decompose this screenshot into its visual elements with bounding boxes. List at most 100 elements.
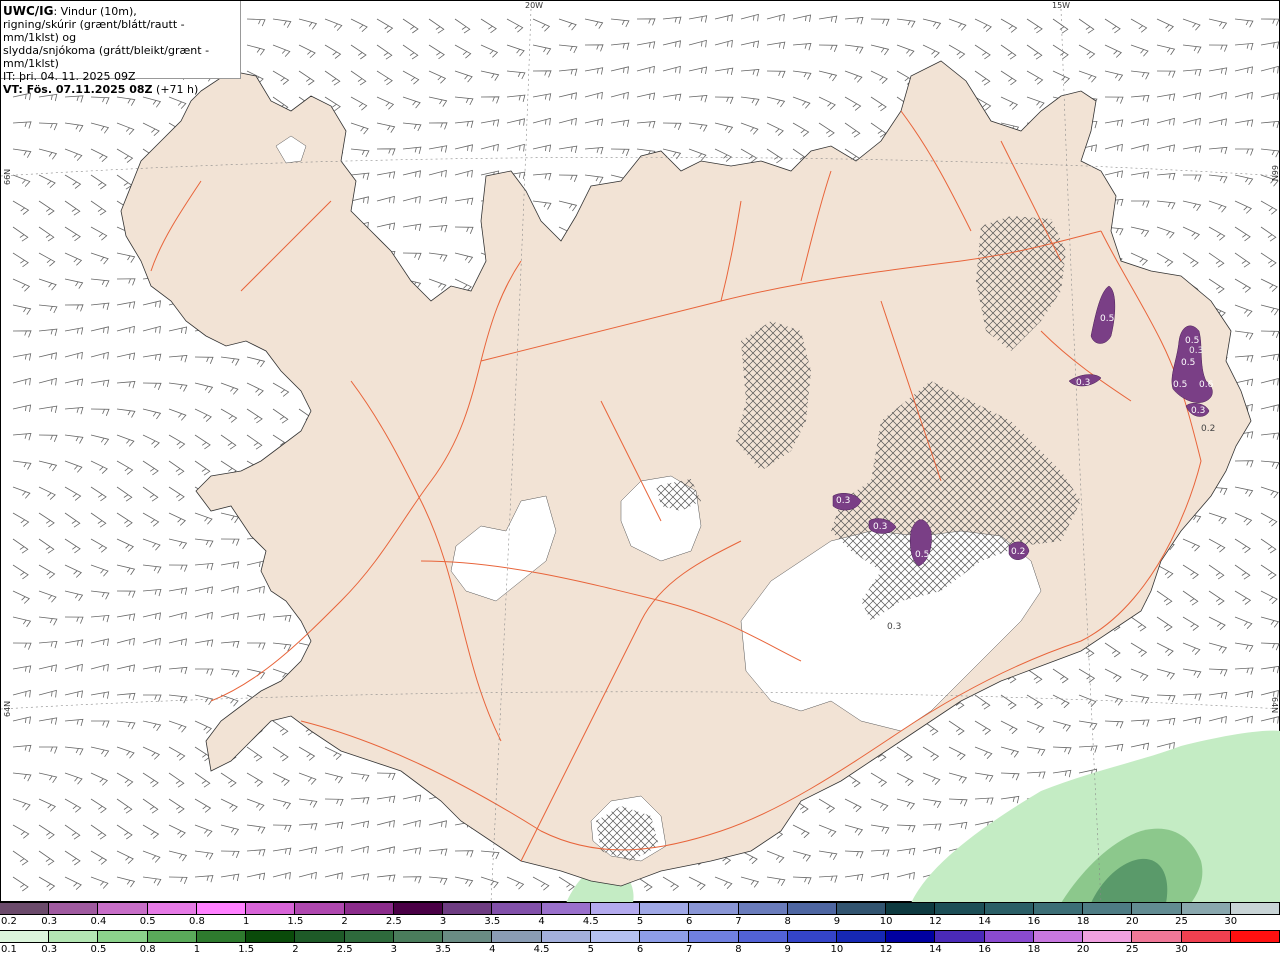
valid-time: VT: Fös. 07.11.2025 08Z	[3, 83, 153, 96]
precip-label: 0.2	[1201, 424, 1215, 434]
legend-label: 12	[879, 944, 893, 955]
legend-label: 30	[1224, 916, 1238, 927]
legend-swatch	[1033, 903, 1084, 914]
legend-label: 10	[830, 944, 844, 955]
legend-label: 6	[636, 944, 644, 955]
legend-swatch	[49, 931, 99, 942]
legend-label: 2	[341, 916, 348, 927]
legend-label: 2.5	[385, 916, 402, 927]
snow-legend-swatches	[0, 902, 1280, 915]
iceland-land	[120, 60, 1252, 887]
grid-label-20w: 20W	[525, 1, 544, 10]
legend-swatch	[738, 931, 788, 942]
legend-label: 7	[735, 916, 742, 927]
legend-label: 0.4	[90, 916, 107, 927]
legend-label: 9	[833, 916, 841, 927]
legend-swatch	[935, 903, 985, 914]
legend-swatch	[1230, 931, 1280, 942]
legend-swatch	[689, 931, 739, 942]
legend-label: 1	[242, 916, 250, 927]
legend-label: 2	[292, 944, 299, 955]
snow-legend-labels: 0.2 0.3 0.4 0.5 0.8 1 1.5 2 2.5 3 3.5 4 4.5 5 6 7 8 9 10 12…	[0, 915, 1280, 929]
legend-swatch	[1083, 931, 1133, 942]
legend-label: 0.1	[1, 944, 17, 955]
legend-swatch	[836, 903, 887, 914]
legend-label: 25	[1175, 916, 1188, 927]
precip-label: 0.5	[915, 550, 929, 560]
legend-swatch	[147, 903, 197, 914]
legend-label: 14	[929, 944, 942, 955]
weather-map: 0.5 0.5 0.3 0.5 0.5 0.6 0.3 0.3 0.3 0.5 …	[0, 0, 1280, 903]
legend-label: 20	[1125, 916, 1139, 927]
legend-swatch	[836, 931, 887, 942]
legend-swatch	[1230, 903, 1280, 914]
legend-swatch	[787, 903, 837, 914]
legend-swatch	[492, 931, 542, 942]
precip-label: 0.5	[1100, 314, 1114, 324]
legend-swatch	[1132, 931, 1182, 942]
legend-label: 3.5	[435, 944, 452, 955]
legend-label: 0.5	[139, 916, 156, 927]
precip-label: 0.3	[1076, 378, 1090, 388]
legend-swatch	[492, 903, 542, 914]
legend-swatch	[98, 903, 148, 914]
legend-label: 30	[1175, 944, 1188, 955]
legend-swatch	[0, 931, 50, 942]
legend-swatch	[344, 931, 394, 942]
legend-label: 12	[929, 916, 942, 927]
legend-label: 1	[193, 944, 201, 955]
legend-swatch	[1033, 931, 1084, 942]
rain-legend-swatches	[0, 930, 1280, 943]
legend-swatch	[541, 931, 591, 942]
legend-label: 3	[390, 944, 398, 955]
legend-swatch	[984, 931, 1034, 942]
precip-label: 0.5	[1185, 336, 1199, 346]
snow-legend: 0.2 0.3 0.4 0.5 0.8 1 1.5 2 2.5 3 3.5 4 4.5 5 6 7 8 9 10 12…	[0, 902, 1280, 930]
precip-label: 0.2	[1011, 547, 1025, 557]
grid-label-15w: 15W	[1052, 1, 1071, 10]
legend-label: 25	[1125, 944, 1139, 955]
legend-label: 9	[784, 944, 791, 955]
legend-swatch	[886, 903, 936, 914]
legend-swatch	[246, 903, 296, 914]
legend-swatch	[935, 931, 985, 942]
legend-label: 0.8	[139, 944, 156, 955]
legend-label: 20	[1076, 944, 1090, 955]
precip-label: 0.3	[836, 496, 850, 506]
info-line1: : Vindur (10m),	[53, 5, 137, 18]
legend-label: 0.3	[41, 916, 58, 927]
init-time: IT: þri. 04. 11. 2025 09Z	[3, 70, 136, 83]
legend-swatch	[295, 903, 345, 914]
legend-label: 4.5	[582, 916, 599, 927]
rain-legend-labels: 0.1 0.3 0.5 0.8 1 1.5 2 2.5 3 3.5 4 4.5 5 6 7 8 9 10 12 14 1…	[0, 943, 1280, 957]
legend-label: 16	[978, 944, 991, 955]
legend-label: 0.5	[90, 944, 107, 955]
legend-swatch	[147, 931, 197, 942]
rain-legend: 0.1 0.3 0.5 0.8 1 1.5 2 2.5 3 3.5 4 4.5 5 6 7 8 9 10 12 14 1…	[0, 930, 1280, 958]
legend-swatch	[393, 931, 444, 942]
legend-label: 1.5	[238, 944, 255, 955]
legend-label: 7	[686, 944, 693, 955]
legend-swatch	[787, 931, 837, 942]
legend-label: 0.3	[41, 944, 58, 955]
legend-label: 8	[735, 944, 742, 955]
legend-swatch	[738, 903, 788, 914]
model-name: UWC/IG	[3, 4, 54, 18]
grid-label-66n-right: 66N	[1270, 165, 1279, 182]
legend-swatch	[1181, 931, 1231, 942]
legend-swatch	[196, 931, 247, 942]
legend-swatch	[344, 903, 394, 914]
legend-swatch	[984, 903, 1034, 914]
precip-label: 0.3	[887, 622, 901, 632]
legend-label: 18	[1027, 944, 1041, 955]
legend-label: 14	[978, 916, 991, 927]
legend-swatch	[49, 903, 99, 914]
legend-swatch	[196, 903, 247, 914]
precip-label: 0.3	[1191, 406, 1205, 416]
legend-swatch	[1181, 903, 1231, 914]
legend-label: 4	[489, 944, 496, 955]
precip-label: 0.6	[1199, 380, 1214, 390]
info-line2: rigning/skúrir (grænt/blátt/rautt - mm/1…	[3, 18, 185, 44]
legend-label: 3	[439, 916, 447, 927]
legend-swatch	[98, 931, 148, 942]
